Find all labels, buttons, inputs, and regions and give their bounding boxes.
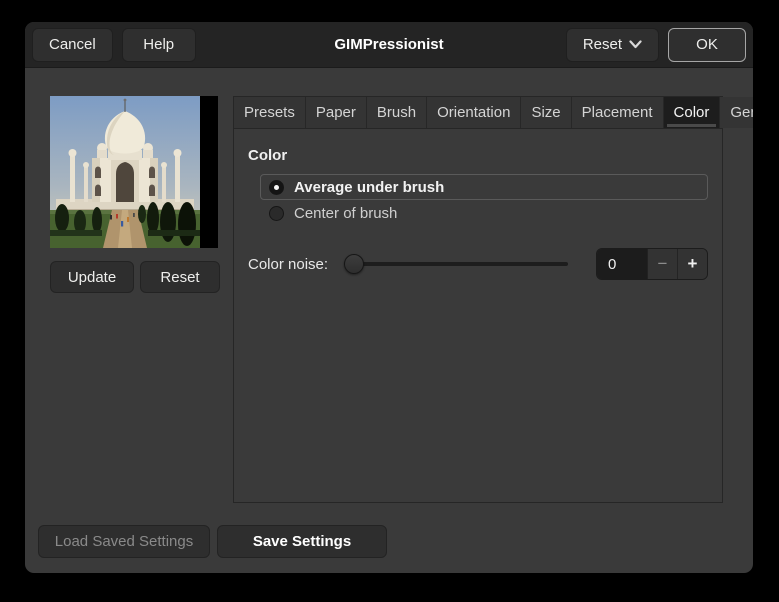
radio-average-label: Average under brush	[294, 178, 445, 196]
save-settings-button[interactable]: Save Settings	[217, 525, 387, 558]
help-button[interactable]: Help	[121, 27, 196, 62]
gimpressionist-dialog: Cancel Help GIMPressionist Reset OK Upda…	[25, 22, 753, 573]
preview-actions: Update Reset	[50, 261, 220, 293]
slider-track[interactable]	[344, 262, 568, 266]
decrement-button[interactable]: −	[647, 249, 677, 279]
reset-menu-button[interactable]: Reset	[565, 27, 659, 62]
headerbar: Cancel Help GIMPressionist Reset OK	[25, 22, 753, 68]
ok-button[interactable]: OK	[668, 27, 746, 62]
color-noise-row: Color noise: 0 − +	[248, 248, 708, 280]
preview-reset-button[interactable]: Reset	[140, 261, 220, 293]
headerbar-actions: Reset OK	[565, 27, 746, 62]
minus-icon: −	[657, 254, 668, 273]
taj-mahal-illustration	[50, 96, 200, 248]
reset-menu-label: Reset	[582, 36, 622, 53]
tab-presets[interactable]: Presets	[234, 97, 306, 128]
dialog-footer: Load Saved Settings Save Settings	[38, 525, 387, 558]
color-section-title: Color	[248, 147, 288, 164]
screen-background: Cancel Help GIMPressionist Reset OK Upda…	[0, 0, 779, 602]
radio-center-of-brush[interactable]: Center of brush	[260, 200, 708, 226]
tab-general[interactable]: General	[720, 97, 753, 128]
tab-orientation[interactable]: Orientation	[427, 97, 522, 128]
color-noise-slider[interactable]	[344, 248, 568, 280]
radio-average-under-brush[interactable]: Average under brush	[260, 174, 708, 200]
color-noise-spinbox: 0 − +	[596, 248, 708, 280]
increment-button[interactable]: +	[677, 249, 707, 279]
settings-notebook: Presets Paper Brush Orientation Size Pla…	[233, 96, 753, 503]
chevron-down-icon	[629, 40, 642, 49]
tab-strip: Presets Paper Brush Orientation Size Pla…	[234, 97, 753, 129]
tab-brush[interactable]: Brush	[366, 97, 428, 128]
tab-size[interactable]: Size	[521, 97, 572, 128]
load-saved-settings-button[interactable]: Load Saved Settings	[38, 525, 210, 558]
radio-button-icon[interactable]	[269, 179, 284, 195]
preview-image	[50, 96, 218, 248]
tab-placement[interactable]: Placement	[571, 97, 664, 128]
cancel-button[interactable]: Cancel	[32, 27, 113, 62]
update-button[interactable]: Update	[50, 261, 134, 293]
color-noise-value[interactable]: 0	[597, 249, 647, 279]
slider-handle[interactable]	[344, 254, 364, 274]
radio-center-label: Center of brush	[294, 204, 398, 222]
plus-icon: +	[687, 254, 698, 273]
tab-color[interactable]: Color	[663, 97, 721, 128]
tab-paper[interactable]: Paper	[305, 97, 367, 128]
color-noise-label: Color noise:	[248, 255, 329, 273]
radio-button-icon[interactable]	[269, 205, 284, 221]
dialog-body: Update Reset Presets Paper Brush Orienta…	[25, 68, 753, 573]
color-tab-content: Color Average under brush Center of brus…	[234, 129, 722, 292]
